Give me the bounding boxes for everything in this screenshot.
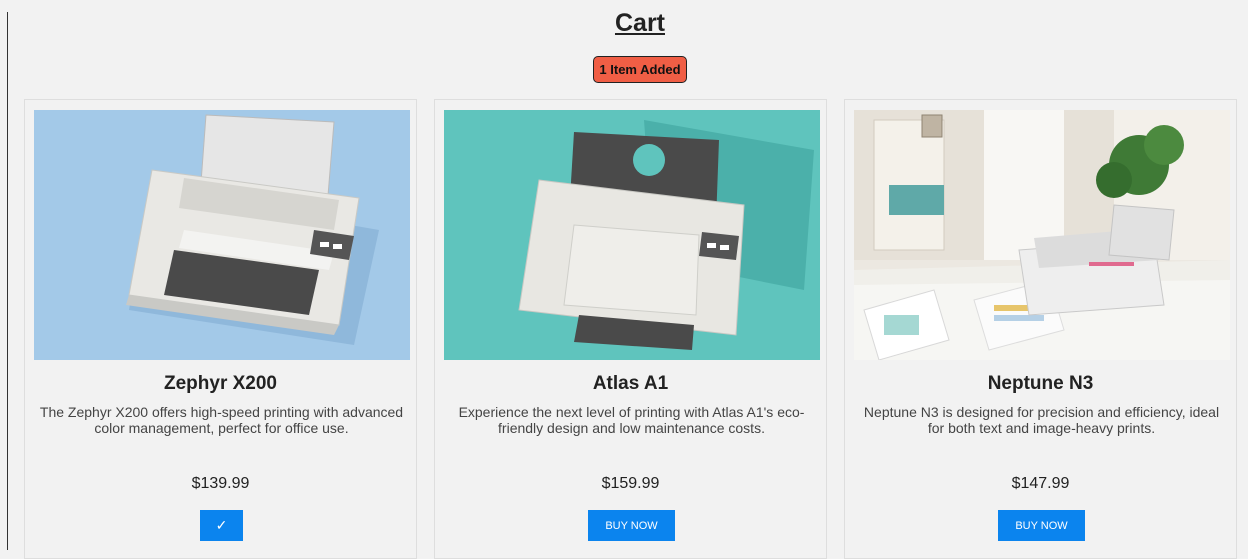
product-price: $159.99 [601,475,660,492]
product-name: Neptune N3 [987,373,1094,394]
product-name: Atlas A1 [592,373,669,394]
product-image-atlas [444,110,820,360]
product-card-zephyr: Zephyr X200 The Zephyr X200 offers high-… [24,99,417,559]
cart-count-badge: 1 Item Added [593,56,687,83]
page-border [7,12,8,550]
product-description: The Zephyr X200 offers high-speed printi… [39,404,404,436]
product-image-zephyr [34,110,410,360]
product-price: $139.99 [191,475,250,492]
product-card-atlas: Atlas A1 Experience the next level of pr… [434,99,827,559]
product-description: Neptune N3 is designed for precision and… [863,404,1220,436]
product-description: Experience the next level of printing wi… [458,404,805,436]
badge-container: 1 Item Added [0,56,1248,83]
product-card-neptune: Neptune N3 Neptune N3 is designed for pr… [844,99,1237,559]
product-image-neptune [854,110,1230,360]
added-to-cart-button[interactable]: ✓ [200,510,243,541]
buy-now-button[interactable]: BUY NOW [588,510,675,541]
page-title: Cart [614,9,665,37]
product-price: $147.99 [1011,475,1070,492]
product-name: Zephyr X200 [164,373,277,394]
buy-now-button[interactable]: BUY NOW [998,510,1085,541]
